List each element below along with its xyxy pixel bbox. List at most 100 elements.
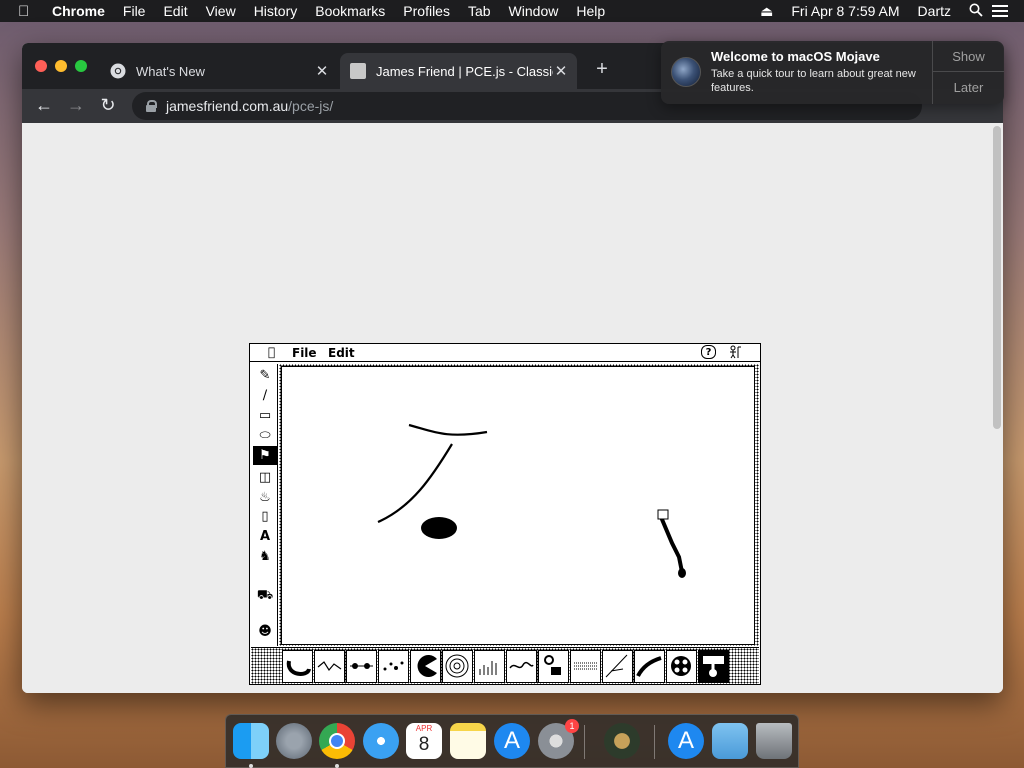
running-indicator xyxy=(335,764,339,768)
page-scrollbar[interactable] xyxy=(993,126,1001,429)
menu-help[interactable]: Help xyxy=(567,0,614,22)
lock-icon xyxy=(146,100,157,112)
brush-pattern[interactable] xyxy=(442,650,473,683)
url-path: /pce-js/ xyxy=(288,98,334,114)
trash-icon[interactable] xyxy=(756,723,792,759)
utility-app-icon[interactable] xyxy=(604,723,640,759)
stamp-tool[interactable]: ⚑ xyxy=(253,446,277,465)
brush-pattern[interactable] xyxy=(410,650,441,683)
brush-pattern[interactable] xyxy=(666,650,697,683)
rubber-stamp-tool[interactable]: ♞ xyxy=(253,547,277,566)
running-indicator xyxy=(249,764,253,768)
notification-later-button[interactable]: Later xyxy=(933,72,1004,103)
tab-title: What's New xyxy=(136,63,205,79)
dock: APR 8 A 1 A xyxy=(225,714,799,768)
emulator-menu-edit[interactable]: Edit xyxy=(328,346,355,360)
emulator-menubar:  File Edit ? xyxy=(250,344,760,362)
apple-menu-icon[interactable]:  xyxy=(18,3,40,20)
menu-view[interactable]: View xyxy=(197,0,245,22)
brush-pattern[interactable] xyxy=(378,650,409,683)
emulator-menu-file[interactable]: File xyxy=(292,346,317,360)
notification-actions: Show Later xyxy=(932,41,1004,104)
chrome-favicon-icon xyxy=(110,63,126,79)
close-window-button[interactable] xyxy=(35,60,47,72)
menubar-user[interactable]: Dartz xyxy=(909,3,960,19)
calendar-day: 8 xyxy=(418,734,430,755)
eject-icon[interactable]: ⏏ xyxy=(751,3,782,20)
brush-pattern[interactable] xyxy=(570,650,601,683)
tab-close-icon[interactable]: ✕ xyxy=(314,62,330,80)
notes-icon[interactable] xyxy=(450,723,486,759)
brush-pattern[interactable] xyxy=(282,650,313,683)
brush-pattern[interactable] xyxy=(474,650,505,683)
menu-app-chrome[interactable]: Chrome xyxy=(40,0,114,22)
menubar-clock[interactable]: Fri Apr 8 7:59 AM xyxy=(782,3,908,19)
spotlight-search-icon[interactable] xyxy=(960,3,992,20)
line-tool[interactable]: ∕ xyxy=(253,386,277,405)
brush-palette xyxy=(251,647,759,684)
forward-arrow-icon[interactable]: → xyxy=(65,95,87,116)
tab-title: James Friend | PCE.js - Classic xyxy=(376,63,553,79)
brush-pattern[interactable] xyxy=(314,650,345,683)
rectangle-tool[interactable]: ▭ xyxy=(253,406,277,425)
menu-edit[interactable]: Edit xyxy=(154,0,196,22)
brush-pattern[interactable] xyxy=(506,650,537,683)
brush-pattern[interactable] xyxy=(634,650,665,683)
paint-bucket-tool[interactable]: ♨ xyxy=(253,488,277,507)
tab-pce-js[interactable]: James Friend | PCE.js - Classic ✕ xyxy=(340,53,577,89)
pencil-tool[interactable]: ✎ xyxy=(253,366,277,385)
truck-tool[interactable]: ⛟ xyxy=(253,586,277,605)
finder-icon[interactable] xyxy=(233,723,269,759)
app-store-downloads-icon[interactable]: A xyxy=(668,723,704,759)
emulator-screen[interactable]:  File Edit ? ✎ ∕ ▭ ⬭ ⚑ ◫ ♨ ▯ A ♞ ⛟ ☻ xyxy=(249,343,761,685)
brush-pattern[interactable] xyxy=(346,650,377,683)
notification-body: Take a quick tour to learn about great n… xyxy=(711,68,916,94)
new-tab-icon[interactable]: + xyxy=(592,58,612,81)
chrome-icon[interactable] xyxy=(319,723,355,759)
menu-window[interactable]: Window xyxy=(500,0,568,22)
brush-pattern[interactable] xyxy=(538,650,569,683)
face-icon[interactable]: ☻ xyxy=(253,622,277,641)
minimize-window-button[interactable] xyxy=(55,60,67,72)
pce-favicon-icon xyxy=(350,63,366,79)
mojave-icon xyxy=(671,57,701,87)
brush-pattern-selected[interactable] xyxy=(698,650,729,683)
calendar-icon[interactable]: APR 8 xyxy=(406,723,442,759)
back-arrow-icon[interactable]: ← xyxy=(33,95,55,116)
menubar-status-area: ⏏ Fri Apr 8 7:59 AM Dartz xyxy=(751,0,1024,22)
tab-whats-new[interactable]: What's New ✕ xyxy=(100,53,338,89)
emulator-help-icon[interactable]: ? xyxy=(701,345,716,359)
calendar-month: APR xyxy=(415,724,433,733)
menu-history[interactable]: History xyxy=(245,0,307,22)
dock-separator xyxy=(654,725,655,759)
url-host: jamesfriend.com.au xyxy=(166,98,289,114)
notification-show-button[interactable]: Show xyxy=(933,41,1004,72)
emulator-apple-icon[interactable]:  xyxy=(268,345,275,359)
zoom-window-button[interactable] xyxy=(75,60,87,72)
canvas-drawing xyxy=(377,423,686,578)
menu-tab[interactable]: Tab xyxy=(459,0,500,22)
notification-badge: 1 xyxy=(565,719,579,733)
tool-palette: ✎ ∕ ▭ ⬭ ⚑ ◫ ♨ ▯ A ♞ ⛟ ☻ xyxy=(251,364,278,646)
tab-close-icon[interactable]: ✕ xyxy=(553,62,569,80)
safari-icon[interactable] xyxy=(363,723,399,759)
spray-can-tool[interactable]: ◫ xyxy=(253,468,277,487)
oval-tool[interactable]: ⬭ xyxy=(253,426,277,445)
emulator-user-icon[interactable] xyxy=(728,345,742,362)
menu-bookmarks[interactable]: Bookmarks xyxy=(306,0,394,22)
menu-profiles[interactable]: Profiles xyxy=(394,0,459,22)
text-tool[interactable]: A xyxy=(253,527,277,546)
launchpad-icon[interactable] xyxy=(276,723,312,759)
menu-file[interactable]: File xyxy=(114,0,155,22)
drawing-canvas[interactable] xyxy=(281,366,755,645)
dock-separator xyxy=(584,725,585,759)
mojave-welcome-notification[interactable]: Welcome to macOS Mojave Take a quick tou… xyxy=(661,41,1004,104)
brush-pattern[interactable] xyxy=(602,650,633,683)
notification-title: Welcome to macOS Mojave xyxy=(711,49,880,64)
reload-icon[interactable]: ↻ xyxy=(97,95,119,116)
macos-menubar:  Chrome File Edit View History Bookmark… xyxy=(0,0,1024,22)
eraser-tool[interactable]: ▯ xyxy=(253,507,277,526)
downloads-folder-icon[interactable] xyxy=(712,723,748,759)
app-store-icon[interactable]: A xyxy=(494,723,530,759)
notification-center-icon[interactable] xyxy=(992,5,1010,17)
